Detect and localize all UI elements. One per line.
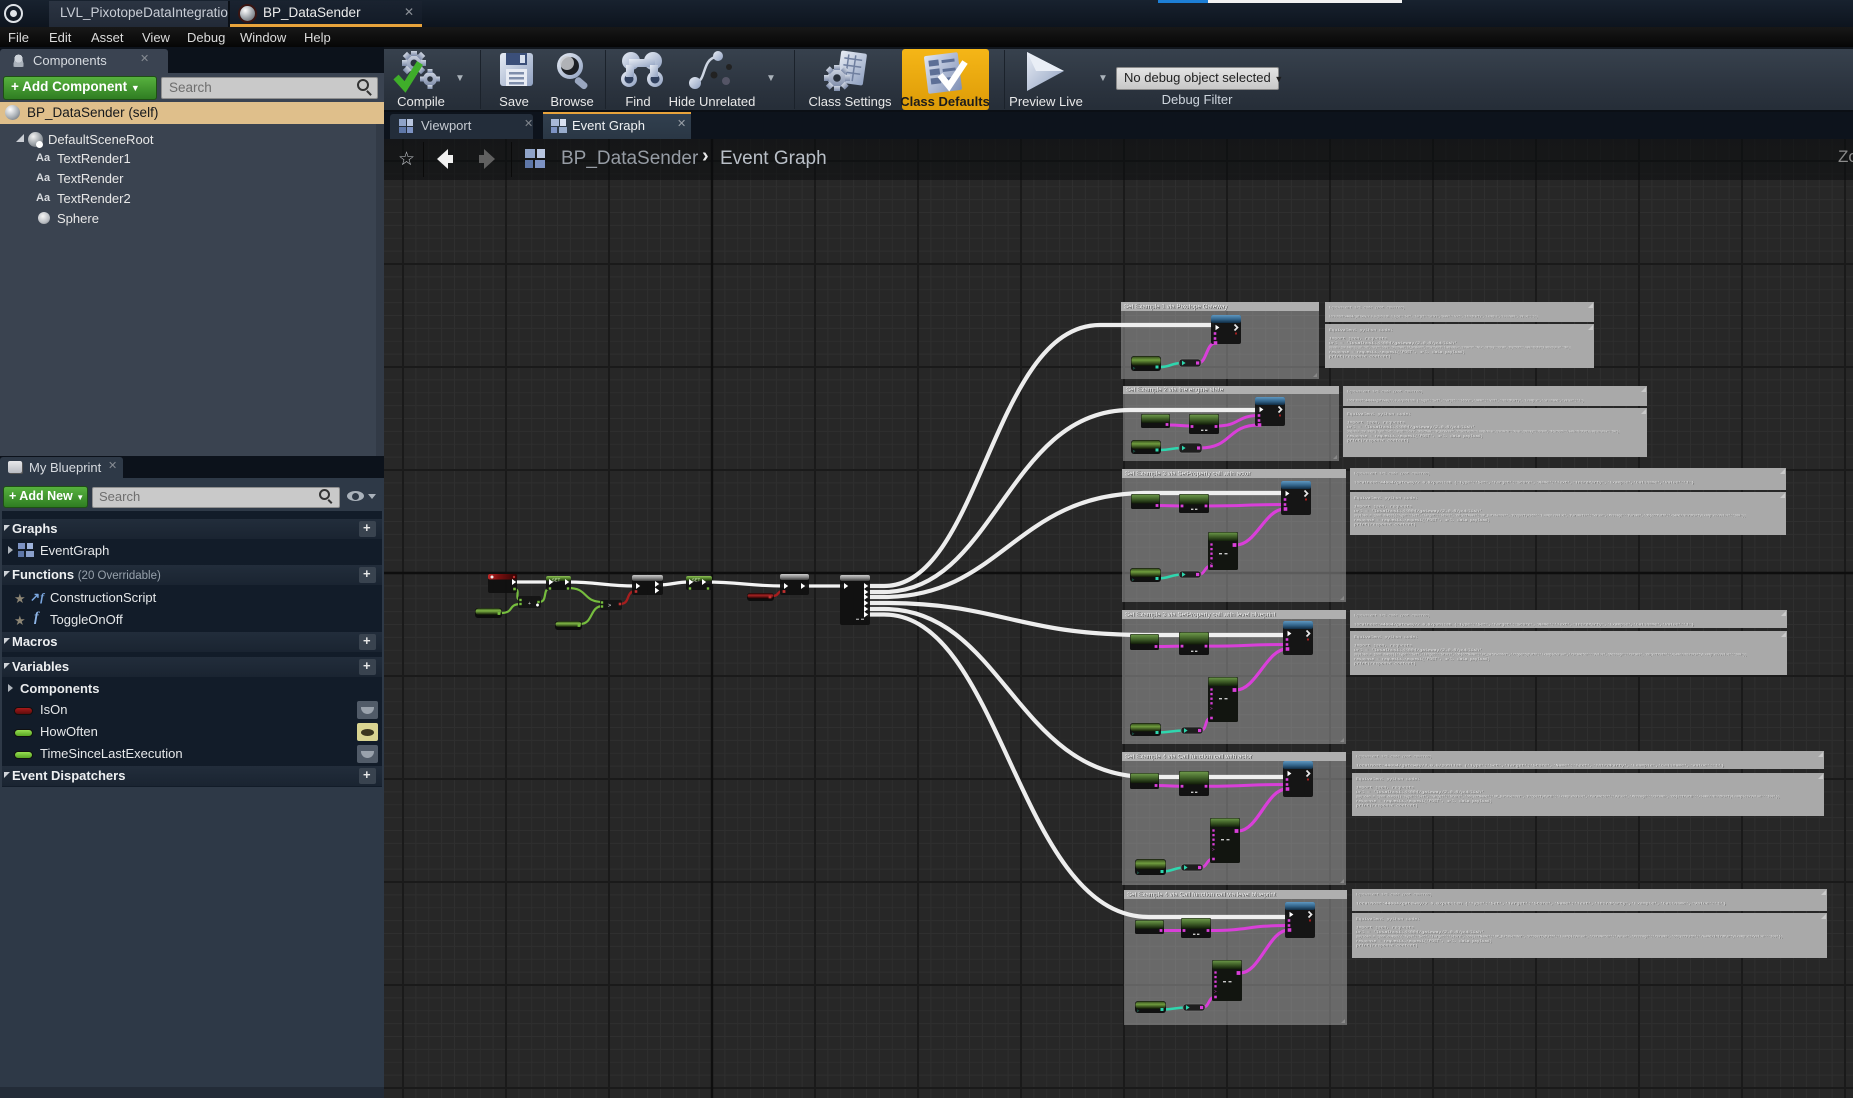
svg-text:+: + <box>528 601 531 607</box>
svg-text:localhost:44004/gateway/2.0.0/: localhost:44004/gateway/2.0.0/publish {'… <box>1356 764 1724 769</box>
svg-text:print(response.content): print(response.content) <box>1329 355 1391 360</box>
svg-text:Equivalent python code:: Equivalent python code: <box>1347 412 1411 417</box>
svg-text:localhost:44004/gateway/2.0.0/: localhost:44004/gateway/2.0.0/publish {'… <box>1354 623 1694 628</box>
svg-text:import json, requests: import json, requests <box>1354 505 1413 510</box>
svg-text:url = 'localhost:44004/gateway: url = 'localhost:44004/gateway/2.0.0/pub… <box>1356 790 1484 795</box>
svg-text:Equivalent python code:: Equivalent python code: <box>1329 328 1393 333</box>
svg-text:response = requests.request('P: response = requests.request('POST', url,… <box>1354 657 1490 662</box>
svg-text:response = requests.request('P: response = requests.request('POST', url,… <box>1356 799 1492 804</box>
svg-text:import json, requests: import json, requests <box>1347 421 1406 426</box>
svg-text:Equivalent TPC code (not cover: Equivalent TPC code (not covered) <box>1354 472 1430 477</box>
svg-text:url = 'localhost:44004/gateway: url = 'localhost:44004/gateway/2.0.0/pub… <box>1329 341 1457 346</box>
svg-text:Set Example 4 via Call functio: Set Example 4 via Call function call wit… <box>1125 754 1252 761</box>
svg-text:Set Example 4 via Call functio: Set Example 4 via Call function call via… <box>1127 892 1276 899</box>
svg-text:>: > <box>608 603 611 609</box>
svg-text:Equivalent TPC code (not cover: Equivalent TPC code (not covered) <box>1347 390 1423 395</box>
svg-text:Set Example 1 via Pixotope Gat: Set Example 1 via Pixotope Gateway <box>1124 304 1228 311</box>
svg-text:response = requests.request('P: response = requests.request('POST', url,… <box>1354 518 1490 523</box>
svg-text:localhost:44004/gateway/2.0.0/: localhost:44004/gateway/2.0.0/publish {'… <box>1356 902 1726 907</box>
svg-text:SET: SET <box>552 578 561 583</box>
svg-text:response = requests.request('P: response = requests.request('POST', url,… <box>1347 434 1483 439</box>
svg-text:url = 'localhost:44004/gateway: url = 'localhost:44004/gateway/2.0.0/pub… <box>1356 930 1484 935</box>
svg-text:import json, requests: import json, requests <box>1329 337 1388 342</box>
svg-text:Equivalent python code:: Equivalent python code: <box>1354 496 1418 501</box>
svg-text:Equivalent TPC code (not cover: Equivalent TPC code (not covered) <box>1354 614 1430 619</box>
svg-text:payload = json.dumps({'Type':': payload = json.dumps({'Type':'Set','Targ… <box>1356 935 1783 940</box>
svg-text:Equivalent TPC code (not cover: Equivalent TPC code (not covered) <box>1329 306 1405 311</box>
svg-text:print(response.content): print(response.content) <box>1354 662 1416 667</box>
svg-text:localhost:44004/gateway/2.0.0/: localhost:44004/gateway/2.0.0/publish {'… <box>1347 399 1584 404</box>
svg-text:payload = json.dumps({'Type':': payload = json.dumps({'Type':'Set','Targ… <box>1347 430 1620 435</box>
svg-text:response = requests.request('P: response = requests.request('POST', url,… <box>1329 350 1465 355</box>
svg-text:payload = json.dumps({'Type':': payload = json.dumps({'Type':'Set','Targ… <box>1354 514 1746 519</box>
svg-text:Equivalent python code:: Equivalent python code: <box>1356 777 1420 782</box>
svg-text:localhost:44004/gateway/2.0.0/: localhost:44004/gateway/2.0.0/publish {'… <box>1329 315 1538 320</box>
svg-text:payload = json.dumps({'Type':': payload = json.dumps({'Type':'Set','Targ… <box>1329 346 1571 351</box>
svg-text:url = 'localhost:44004/gateway: url = 'localhost:44004/gateway/2.0.0/pub… <box>1347 425 1475 430</box>
svg-text:Equivalent TPC code (not cover: Equivalent TPC code (not covered) <box>1356 893 1432 898</box>
svg-text:Equivalent python code:: Equivalent python code: <box>1356 917 1420 922</box>
svg-text:Set Example 3 via SetProperty: Set Example 3 via SetProperty call with … <box>1125 471 1251 478</box>
svg-text:payload = json.dumps({'Type':': payload = json.dumps({'Type':'Set','Targ… <box>1356 795 1780 800</box>
svg-text:response = requests.request('P: response = requests.request('POST', url,… <box>1356 939 1492 944</box>
svg-text:Equivalent TPC code (not cover: Equivalent TPC code (not covered) <box>1356 755 1432 760</box>
svg-text:payload = json.dumps({'Type':': payload = json.dumps({'Type':'Set','Targ… <box>1354 653 1747 658</box>
svg-text:Set Example 2 via the engine s: Set Example 2 via the engine state <box>1126 387 1224 394</box>
svg-text:>: > <box>1214 989 1217 994</box>
svg-text:>: > <box>1210 706 1213 711</box>
svg-text:print(response.content): print(response.content) <box>1356 804 1418 809</box>
svg-text:import json, requests: import json, requests <box>1354 644 1413 649</box>
svg-text:url = 'localhost:44004/gateway: url = 'localhost:44004/gateway/2.0.0/pub… <box>1354 509 1482 514</box>
svg-text:localhost:44004/gateway/2.0.0/: localhost:44004/gateway/2.0.0/publish {'… <box>1354 481 1694 486</box>
svg-text:url = 'localhost:44004/gateway: url = 'localhost:44004/gateway/2.0.0/pub… <box>1354 648 1482 653</box>
svg-text:>: > <box>1212 847 1215 852</box>
svg-text:Equivalent python code:: Equivalent python code: <box>1354 635 1418 640</box>
svg-text:import json, requests: import json, requests <box>1356 926 1415 931</box>
svg-text:print(response.content): print(response.content) <box>1347 439 1409 444</box>
svg-text:SET: SET <box>692 578 701 583</box>
svg-text:import json, requests: import json, requests <box>1356 786 1415 791</box>
svg-text:print(response.content): print(response.content) <box>1354 523 1416 528</box>
svg-text:Set Example 3 via SetProperty: Set Example 3 via SetProperty call with … <box>1125 612 1276 619</box>
svg-text:print(response.content): print(response.content) <box>1356 944 1418 949</box>
